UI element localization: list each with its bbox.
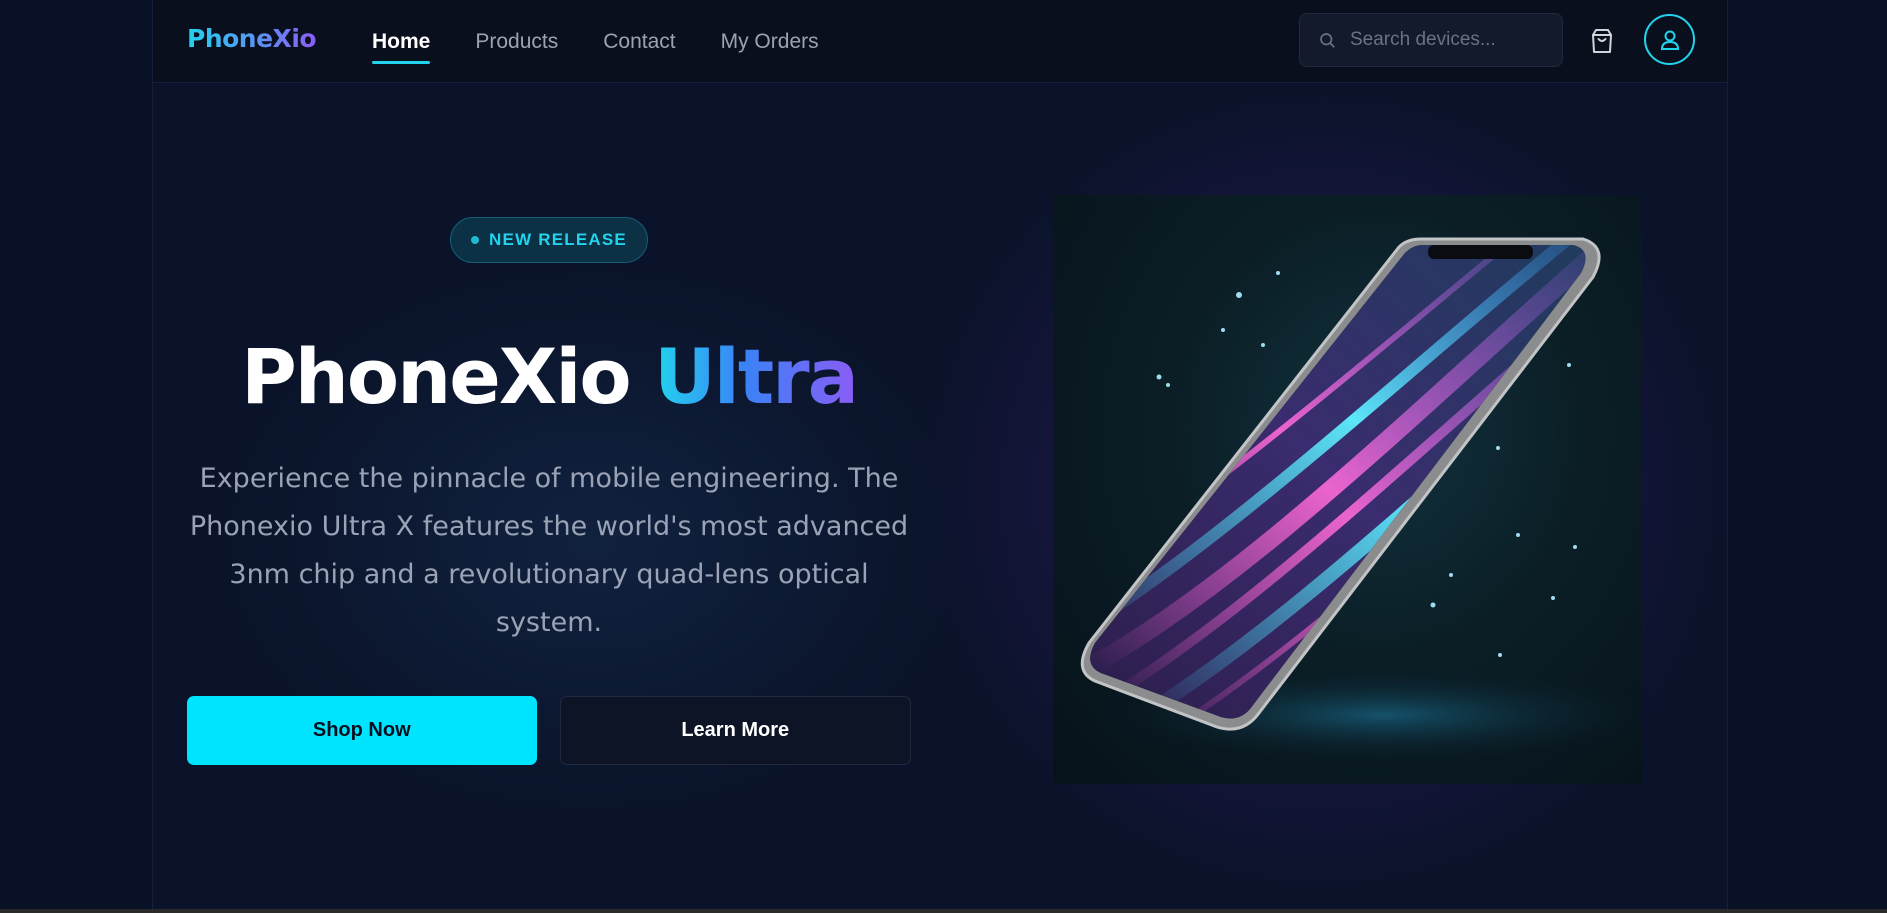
hero-title-main: PhoneXio <box>241 332 632 421</box>
profile-button[interactable] <box>1644 14 1695 65</box>
hero-description: Experience the pinnacle of mobile engine… <box>189 463 909 638</box>
nav-item-products[interactable]: Products <box>475 24 558 60</box>
new-release-badge: NEW RELEASE <box>450 217 648 263</box>
bottom-edge <box>0 909 1887 913</box>
hero-content: NEW RELEASE PhoneXio Ultra Experience th… <box>187 217 911 647</box>
nav-item-contact[interactable]: Contact <box>603 24 675 60</box>
hero-cta-row: Shop Now Learn More <box>187 696 911 765</box>
shopping-bag-icon <box>1592 29 1612 53</box>
badge-label: NEW RELEASE <box>489 230 627 249</box>
brand-logo[interactable]: PhoneXio <box>187 24 317 53</box>
search-icon <box>1320 33 1335 48</box>
main-nav: Home Products Contact My Orders <box>372 0 819 83</box>
nav-item-home[interactable]: Home <box>372 24 431 64</box>
badge-dot-icon <box>471 236 480 244</box>
product-hero-image <box>1053 195 1642 784</box>
cart-button[interactable] <box>1587 26 1617 56</box>
nav-item-my-orders[interactable]: My Orders <box>721 24 819 60</box>
hero-title: PhoneXio Ultra <box>187 339 911 415</box>
user-icon <box>1660 30 1679 50</box>
phone-illustration <box>1080 237 1642 765</box>
search-input[interactable] <box>1350 29 1550 51</box>
shop-now-button[interactable]: Shop Now <box>187 696 537 765</box>
search-box[interactable] <box>1299 13 1563 67</box>
learn-more-button[interactable]: Learn More <box>559 696 911 765</box>
hero-title-accent: Ultra <box>654 332 859 421</box>
page: PhoneXio Home Products Contact My Orders <box>152 0 1728 913</box>
